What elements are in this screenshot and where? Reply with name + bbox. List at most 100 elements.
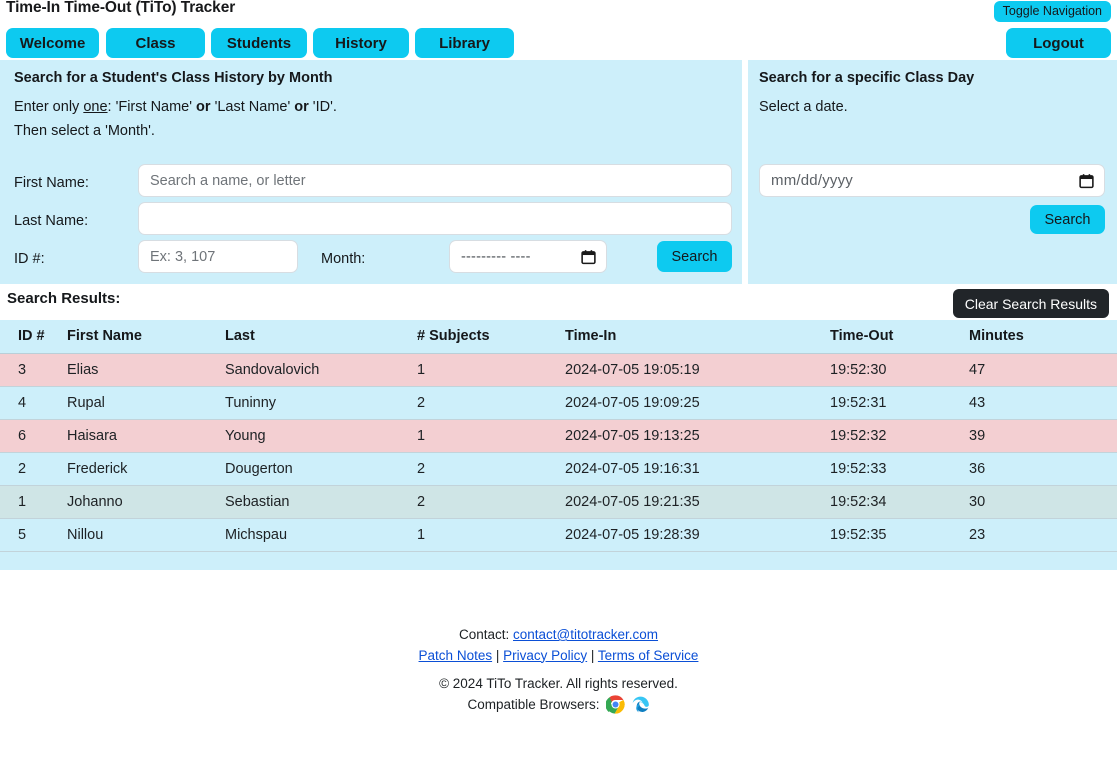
month-placeholder-text: --------- ---- — [461, 248, 531, 265]
cell-last: Tuninny — [225, 386, 417, 420]
instruction-pre: Enter only — [14, 99, 84, 115]
results-table-body: 3 Elias Sandovalovich 1 2024-07-05 19:05:19 1… — [0, 353, 1117, 552]
cell-subjects: 2 — [417, 452, 565, 486]
footer-separator-1: | — [492, 647, 504, 663]
cell-minutes: 30 — [969, 485, 1117, 519]
id-input[interactable] — [138, 240, 298, 273]
logout-button[interactable]: Logout — [1006, 28, 1111, 58]
calendar-icon[interactable] — [1079, 173, 1094, 189]
table-row: 5 Nillou Michspau 1 2024-07-05 19:28:39 19:52… — [0, 518, 1117, 552]
instruction-end: 'ID'. — [308, 99, 337, 115]
nav-item-library[interactable]: Library — [415, 28, 514, 58]
class-day-date-input[interactable]: mm/dd/yyyy — [759, 164, 1105, 197]
calendar-icon[interactable] — [581, 249, 596, 265]
nav-item-students[interactable]: Students — [211, 28, 307, 58]
history-search-button[interactable]: Search — [657, 241, 732, 272]
instruction-or-1: or — [196, 99, 211, 115]
cell-id: 5 — [0, 518, 67, 552]
cell-minutes: 36 — [969, 452, 1117, 486]
footer-browsers-line: Compatible Browsers: — [0, 695, 1117, 716]
cell-last: Michspau — [225, 518, 417, 552]
class-day-search-button[interactable]: Search — [1030, 205, 1105, 234]
cell-last: Sebastian — [225, 485, 417, 519]
id-label: ID #: — [14, 251, 45, 267]
contact-email-link[interactable]: contact@titotracker.com — [513, 627, 658, 642]
instruction-or-2: or — [294, 99, 309, 115]
cell-time_in: 2024-07-05 19:05:19 — [565, 353, 830, 387]
column-header-last: Last — [225, 320, 417, 354]
results-table: ID # First Name Last # Subjects Time-In … — [0, 320, 1117, 552]
column-header-time-in: Time-In — [565, 320, 830, 354]
cell-first: Haisara — [67, 419, 225, 453]
last-name-label: Last Name: — [14, 213, 89, 229]
search-day-instruction: Select a date. — [759, 99, 848, 115]
table-row: 1 Johanno Sebastian 2 2024-07-05 19:21:35 19:… — [0, 485, 1117, 519]
cell-time_in: 2024-07-05 19:09:25 — [565, 386, 830, 420]
clear-search-results-button[interactable]: Clear Search Results — [952, 289, 1109, 318]
nav-item-class[interactable]: Class — [106, 28, 205, 58]
app-root: Time-In Time-Out (TiTo) Tracker Toggle N… — [0, 0, 1117, 758]
cell-id: 4 — [0, 386, 67, 420]
patch-notes-link[interactable]: Patch Notes — [419, 648, 493, 663]
table-row: 3 Elias Sandovalovich 1 2024-07-05 19:05:19 1… — [0, 353, 1117, 387]
instruction-mid1: : 'First Name' — [107, 99, 197, 115]
cell-time_out: 19:52:30 — [830, 353, 969, 387]
chrome-icon — [605, 695, 625, 714]
search-history-instruction-2: Then select a 'Month'. — [14, 123, 155, 139]
cell-last: Dougerton — [225, 452, 417, 486]
footer: Contact: contact@titotracker.com Patch N… — [0, 625, 1117, 715]
cell-time_out: 19:52:31 — [830, 386, 969, 420]
cell-id: 1 — [0, 485, 67, 519]
nav-item-welcome[interactable]: Welcome — [6, 28, 99, 58]
cell-minutes: 39 — [969, 419, 1117, 453]
compatible-browsers-label: Compatible Browsers: — [467, 696, 600, 712]
cell-first: Johanno — [67, 485, 225, 519]
last-name-input[interactable] — [138, 202, 732, 235]
terms-of-service-link[interactable]: Terms of Service — [598, 648, 699, 663]
cell-subjects: 2 — [417, 485, 565, 519]
privacy-policy-link[interactable]: Privacy Policy — [503, 648, 587, 663]
cell-first: Nillou — [67, 518, 225, 552]
month-input[interactable]: --------- ---- — [449, 240, 607, 273]
cell-subjects: 2 — [417, 386, 565, 420]
cell-first: Rupal — [67, 386, 225, 420]
first-name-input[interactable] — [138, 164, 732, 197]
edge-icon — [632, 696, 649, 713]
cell-time_in: 2024-07-05 19:28:39 — [565, 518, 830, 552]
cell-first: Elias — [67, 353, 225, 387]
cell-time_out: 19:52:32 — [830, 419, 969, 453]
contact-label: Contact: — [458, 627, 510, 642]
column-header-subjects: # Subjects — [417, 320, 565, 354]
search-day-heading: Search for a specific Class Day — [759, 70, 975, 86]
footer-separator-2: | — [587, 647, 598, 663]
column-header-id: ID # — [0, 320, 67, 354]
results-table-container: ID # First Name Last # Subjects Time-In … — [0, 320, 1117, 570]
table-header-row: ID # First Name Last # Subjects Time-In … — [0, 320, 1117, 354]
table-row: 4 Rupal Tuninny 2 2024-07-05 19:09:25 19:52:3… — [0, 386, 1117, 420]
column-header-minutes: Minutes — [969, 320, 1117, 354]
cell-time_out: 19:52:33 — [830, 452, 969, 486]
nav-item-history[interactable]: History — [313, 28, 409, 58]
search-day-panel: Search for a specific Class Day Select a… — [748, 60, 1117, 284]
cell-last: Young — [225, 419, 417, 453]
cell-time_in: 2024-07-05 19:21:35 — [565, 485, 830, 519]
cell-time_out: 19:52:34 — [830, 485, 969, 519]
column-header-first: First Name — [67, 320, 225, 354]
cell-id: 3 — [0, 353, 67, 387]
footer-contact-line: Contact: contact@titotracker.com — [0, 625, 1117, 646]
cell-subjects: 1 — [417, 518, 565, 552]
cell-time_out: 19:52:35 — [830, 518, 969, 552]
cell-minutes: 23 — [969, 518, 1117, 552]
cell-minutes: 43 — [969, 386, 1117, 420]
cell-time_in: 2024-07-05 19:16:31 — [565, 452, 830, 486]
toggle-navigation-button[interactable]: Toggle Navigation — [993, 1, 1111, 23]
search-history-heading: Search for a Student's Class History by … — [14, 70, 333, 86]
first-name-label: First Name: — [14, 175, 89, 191]
search-history-panel: Search for a Student's Class History by … — [0, 60, 742, 284]
cell-subjects: 1 — [417, 419, 565, 453]
instruction-one: one — [83, 99, 108, 115]
search-results-label: Search Results: — [7, 290, 121, 307]
table-row: 6 Haisara Young 1 2024-07-05 19:13:25 19:52:3… — [0, 419, 1117, 453]
cell-id: 2 — [0, 452, 67, 486]
date-placeholder-text: mm/dd/yyyy — [771, 172, 854, 189]
